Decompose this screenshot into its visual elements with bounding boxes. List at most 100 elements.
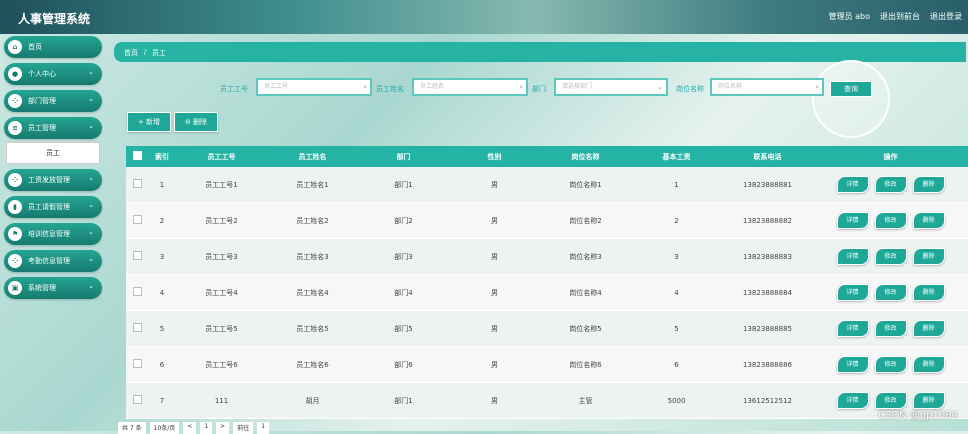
sidebar-item-profile[interactable]: ● 个人中心 ⌄ (4, 63, 102, 85)
edit-button[interactable]: 修改 (874, 356, 907, 373)
col-department: 部门 (358, 146, 449, 167)
sidebar-item-attendance[interactable]: ⁘ 考勤信息管理 ⌄ (4, 250, 102, 272)
row-checkbox[interactable] (126, 382, 148, 419)
sidebar-item-salary[interactable]: ⁘ 工资发放管理 ⌄ (4, 169, 102, 191)
department-select[interactable]: 请选择部门 ⌄ (554, 78, 668, 96)
emp-no-input[interactable]: 员工工号 ⌕ (256, 78, 372, 96)
row-checkbox[interactable] (126, 238, 148, 275)
emp-name-label: 员工姓名 (376, 85, 404, 93)
edit-button[interactable]: 修改 (874, 248, 907, 265)
department-label: 部门 (532, 85, 546, 93)
cell-emp-no: 员工工号5 (176, 310, 267, 347)
chevron-down-icon: ⌄ (88, 201, 94, 209)
cell-emp-no: 员工工号1 (176, 167, 267, 203)
row-checkbox[interactable] (126, 274, 148, 311)
cell-position: 岗位名称1 (540, 167, 631, 203)
cell-salary: 5 (631, 310, 722, 347)
detail-button[interactable]: 详情 (836, 248, 869, 265)
detail-button[interactable]: 详情 (836, 284, 869, 301)
sidebar-item-label: 培训信息管理 (28, 230, 70, 238)
cell-phone: 13823888881 (722, 167, 813, 203)
cell-position: 岗位名称6 (540, 346, 631, 383)
sidebar-item-system[interactable]: ▣ 系统管理 ⌄ (4, 277, 102, 299)
cell-gender: 男 (449, 382, 540, 419)
row-checkbox[interactable] (126, 346, 148, 383)
table-row: 5 员工工号5 员工姓名5 部门5 男岗位名称5 5 13823888885 详情 修改 删除 (126, 310, 968, 347)
emp-no-placeholder: 员工工号 (264, 83, 289, 90)
detail-button[interactable]: 详情 (836, 356, 869, 373)
edit-button[interactable]: 修改 (874, 176, 907, 193)
select-all-checkbox[interactable] (126, 146, 148, 167)
edit-button[interactable]: 修改 (874, 284, 907, 301)
cell-operations: 详情 修改 删除 (813, 346, 968, 383)
cell-department: 部门3 (358, 238, 449, 275)
delete-row-button[interactable]: 删除 (912, 248, 945, 265)
sidebar-item-leave[interactable]: ▮ 员工请假管理 ⌄ (4, 196, 102, 218)
pager-prev[interactable]: < (183, 422, 197, 434)
emp-name-input[interactable]: 员工姓名 ⌕ (412, 78, 528, 96)
breadcrumb: 首页 / 员工 (114, 42, 966, 62)
edit-button[interactable]: 修改 (874, 320, 907, 337)
table-row: 3 员工工号3 员工姓名3 部门3 男岗位名称3 3 13823888883 详情 修改 删除 (126, 238, 968, 275)
sidebar-item-training[interactable]: ⚑ 培训信息管理 ⌄ (4, 223, 102, 245)
add-button[interactable]: + 新增 (127, 112, 171, 132)
cell-emp-no: 员工工号2 (176, 202, 267, 239)
dots-icon: ⁘ (8, 94, 22, 108)
pager-next[interactable]: > (216, 422, 230, 434)
detail-button[interactable]: 详情 (836, 392, 869, 409)
breadcrumb-separator: / (144, 48, 147, 56)
user-icon: ● (8, 67, 22, 81)
delete-row-button[interactable]: 删除 (912, 176, 945, 193)
decorative-circle (812, 60, 890, 138)
cell-emp-name: 员工姓名2 (267, 202, 358, 239)
cell-salary: 3 (631, 238, 722, 275)
detail-button[interactable]: 详情 (836, 320, 869, 337)
delete-row-button[interactable]: 删除 (912, 392, 945, 409)
sidebar-item-employee[interactable]: ≡ 员工管理 ⌄ (4, 117, 102, 139)
pager-goto-label: 前往 (233, 422, 254, 434)
list-icon: ≡ (8, 121, 22, 135)
pager-size-select[interactable]: 10条/页 (149, 422, 180, 434)
sidebar-item-department[interactable]: ⁘ 部门管理 ⌄ (4, 90, 102, 112)
admin-label: 管理员 abo (828, 12, 870, 21)
row-checkbox[interactable] (126, 202, 148, 239)
cell-index: 5 (148, 310, 176, 347)
edit-button[interactable]: 修改 (874, 212, 907, 229)
table-row: 6 员工工号6 员工姓名6 部门6 男岗位名称6 6 13823888886 详情 修改 删除 (126, 346, 968, 383)
breadcrumb-home[interactable]: 首页 (124, 48, 138, 58)
dots-icon: ⁘ (8, 173, 22, 187)
delete-row-button[interactable]: 删除 (912, 356, 945, 373)
query-button[interactable]: 查询 (830, 81, 872, 97)
delete-row-button[interactable]: 删除 (912, 284, 945, 301)
row-checkbox[interactable] (126, 310, 148, 347)
cell-operations: 详情 修改 删除 (813, 202, 968, 239)
detail-button[interactable]: 详情 (836, 212, 869, 229)
cell-department: 部门1 (358, 382, 449, 419)
edit-button[interactable]: 修改 (874, 392, 907, 409)
watermark: CSDN @gp1084 (878, 410, 958, 421)
delete-row-button[interactable]: 删除 (912, 212, 945, 229)
delete-button[interactable]: ⊖ 删除 (174, 112, 218, 132)
logout-link[interactable]: 退出登录 (930, 11, 962, 22)
sidebar-item-home[interactable]: ⌂ 首页 (4, 36, 102, 58)
chevron-down-icon: ⌄ (88, 282, 94, 290)
position-input[interactable]: 岗位名称 ⌕ (710, 78, 824, 96)
cell-emp-no: 111 (176, 382, 267, 419)
table-row: 7 111 胡月 部门1 男主管 5000 13612512512 详情 修改 删除 (126, 382, 968, 419)
cell-department: 部门2 (358, 202, 449, 239)
row-checkbox[interactable] (126, 167, 148, 203)
cell-emp-no: 员工工号6 (176, 346, 267, 383)
delete-row-button[interactable]: 删除 (912, 320, 945, 337)
cell-department: 部门5 (358, 310, 449, 347)
cell-gender: 男 (449, 202, 540, 239)
table-row: 1 员工工号1 员工姓名1 部门1 男岗位名称1 1 13823888881 详情 修改 删除 (126, 167, 968, 203)
pager-goto-input[interactable]: 1 (257, 422, 270, 434)
goto-frontend-link[interactable]: 退出到前台 (880, 11, 920, 22)
sidebar-subitem-employee[interactable]: 员工 (6, 142, 100, 164)
pager-page[interactable]: 1 (200, 422, 213, 434)
sidebar: ⌂ 首页 ● 个人中心 ⌄ ⁘ 部门管理 ⌄ ≡ 员工管理 ⌄ 员工 ⁘ 工资发… (4, 36, 102, 304)
cell-department: 部门4 (358, 274, 449, 311)
detail-button[interactable]: 详情 (836, 176, 869, 193)
cell-emp-name: 员工姓名1 (267, 167, 358, 203)
cell-emp-name: 员工姓名5 (267, 310, 358, 347)
